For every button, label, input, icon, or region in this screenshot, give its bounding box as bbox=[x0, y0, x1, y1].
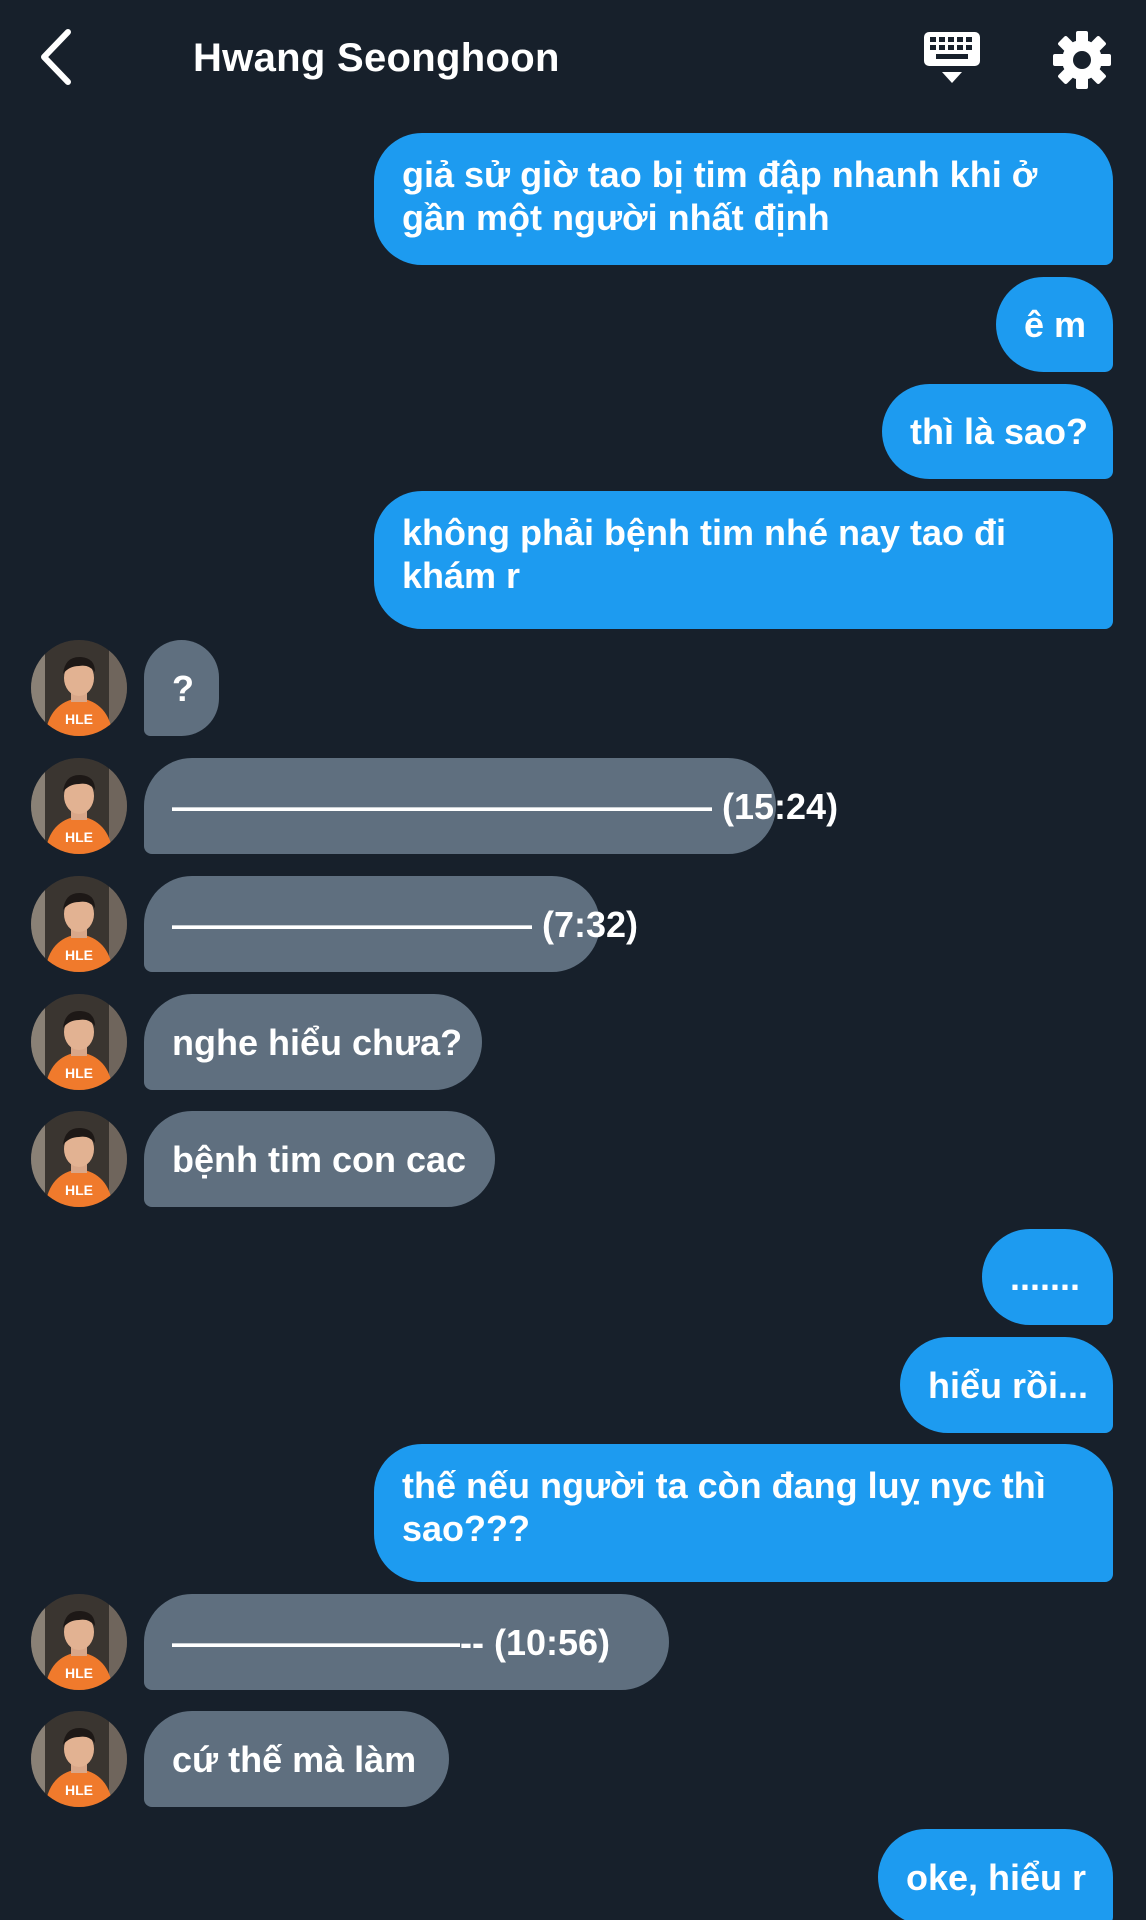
message-bubble[interactable]: nghe hiểu chưa? bbox=[144, 994, 482, 1090]
svg-text:HLE: HLE bbox=[65, 1065, 93, 1081]
outgoing-message: thế nếu người ta còn đang luỵ nyc thì sa… bbox=[0, 1444, 1146, 1582]
message-bubble[interactable]: —————————— (7:32) bbox=[144, 876, 638, 972]
message-bubble[interactable]: bệnh tim con cac bbox=[144, 1111, 495, 1207]
message-text: ê m bbox=[1024, 304, 1087, 345]
contact-name[interactable]: Hwang Seonghoon bbox=[193, 30, 560, 86]
chevron-left-icon bbox=[41, 29, 71, 85]
avatar[interactable]: HLE bbox=[31, 640, 127, 736]
message-text: oke, hiểu r bbox=[906, 1856, 1087, 1898]
svg-text:HLE: HLE bbox=[65, 1782, 93, 1798]
svg-text:HLE: HLE bbox=[65, 829, 93, 845]
incoming-message: HLE nghe hiểu chưa? bbox=[0, 994, 1146, 1090]
message-bubble[interactable]: oke, hiểu r bbox=[878, 1829, 1113, 1920]
chat-header: Hwang Seonghoon bbox=[0, 0, 1146, 118]
outgoing-message: ê m bbox=[0, 277, 1146, 372]
incoming-message: HLE bệnh tim con cac bbox=[0, 1111, 1146, 1207]
message-text: ? bbox=[172, 667, 194, 709]
message-bubble[interactable]: ê m bbox=[996, 277, 1113, 372]
message-bubble[interactable]: ? bbox=[144, 640, 219, 736]
outgoing-message: không phải bệnh tim nhé nay tao đi khám … bbox=[0, 491, 1146, 629]
message-bubble[interactable]: ——————————————— (15:24) bbox=[144, 758, 838, 854]
outgoing-message: thì là sao? bbox=[0, 384, 1146, 479]
message-bubble[interactable]: thì là sao? bbox=[882, 384, 1113, 479]
svg-text:HLE: HLE bbox=[65, 1182, 93, 1198]
message-text: thế nếu người ta còn đang luỵ nyc thì sa… bbox=[402, 1465, 1046, 1549]
message-text: không phải bệnh tim nhé nay tao đi khám … bbox=[402, 512, 1007, 596]
message-text: thì là sao? bbox=[910, 411, 1089, 452]
message-text: ——————————————— (15:24) bbox=[172, 785, 839, 827]
avatar[interactable]: HLE bbox=[31, 758, 127, 854]
incoming-message: HLE cứ thế mà làm bbox=[0, 1711, 1146, 1807]
message-text: hiểu rồi... bbox=[928, 1364, 1089, 1406]
message-bubble[interactable]: cứ thế mà làm bbox=[144, 1711, 449, 1807]
outgoing-message: ....... bbox=[0, 1229, 1146, 1325]
message-text: —————————— (7:32) bbox=[172, 903, 639, 945]
outgoing-message: hiểu rồi... bbox=[0, 1337, 1146, 1433]
keyboard-button[interactable] bbox=[920, 26, 984, 90]
avatar[interactable]: HLE bbox=[31, 1711, 127, 1807]
outgoing-message: giả sử giờ tao bị tim đập nhanh khi ở gầ… bbox=[0, 133, 1146, 265]
incoming-message: HLE —————————— (7:32) bbox=[0, 876, 1146, 972]
svg-text:HLE: HLE bbox=[65, 947, 93, 963]
avatar[interactable]: HLE bbox=[31, 994, 127, 1090]
message-bubble[interactable]: ....... bbox=[982, 1229, 1113, 1325]
chat-screen: Hwang Seonghoon giả sử giờ tao bị tim đậ… bbox=[0, 0, 1146, 1920]
incoming-message: HLE ————————-- (10:56) bbox=[0, 1594, 1146, 1690]
message-bubble[interactable]: hiểu rồi... bbox=[900, 1337, 1113, 1433]
message-bubble[interactable]: giả sử giờ tao bị tim đập nhanh khi ở gầ… bbox=[374, 133, 1113, 265]
incoming-message: HLE? bbox=[0, 640, 1146, 736]
message-text: ————————-- (10:56) bbox=[172, 1621, 611, 1663]
avatar[interactable]: HLE bbox=[31, 876, 127, 972]
gear-icon bbox=[1053, 31, 1111, 89]
message-text: bệnh tim con cac bbox=[172, 1138, 467, 1180]
message-text: giả sử giờ tao bị tim đập nhanh khi ở gầ… bbox=[402, 154, 1038, 238]
svg-text:HLE: HLE bbox=[65, 1665, 93, 1681]
message-bubble[interactable]: thế nếu người ta còn đang luỵ nyc thì sa… bbox=[374, 1444, 1113, 1582]
settings-button[interactable] bbox=[1050, 28, 1114, 92]
avatar[interactable]: HLE bbox=[31, 1111, 127, 1207]
outgoing-message: oke, hiểu r bbox=[0, 1829, 1146, 1920]
avatar[interactable]: HLE bbox=[31, 1594, 127, 1690]
message-bubble[interactable]: không phải bệnh tim nhé nay tao đi khám … bbox=[374, 491, 1113, 629]
keyboard-icon bbox=[924, 32, 980, 83]
incoming-message: HLE ——————————————— (15:24) bbox=[0, 758, 1146, 854]
message-text: ....... bbox=[1010, 1256, 1081, 1298]
message-text: nghe hiểu chưa? bbox=[172, 1021, 463, 1063]
svg-text:HLE: HLE bbox=[65, 711, 93, 727]
message-bubble[interactable]: ————————-- (10:56) bbox=[144, 1594, 669, 1690]
back-button[interactable] bbox=[30, 22, 90, 92]
message-text: cứ thế mà làm bbox=[172, 1738, 417, 1780]
